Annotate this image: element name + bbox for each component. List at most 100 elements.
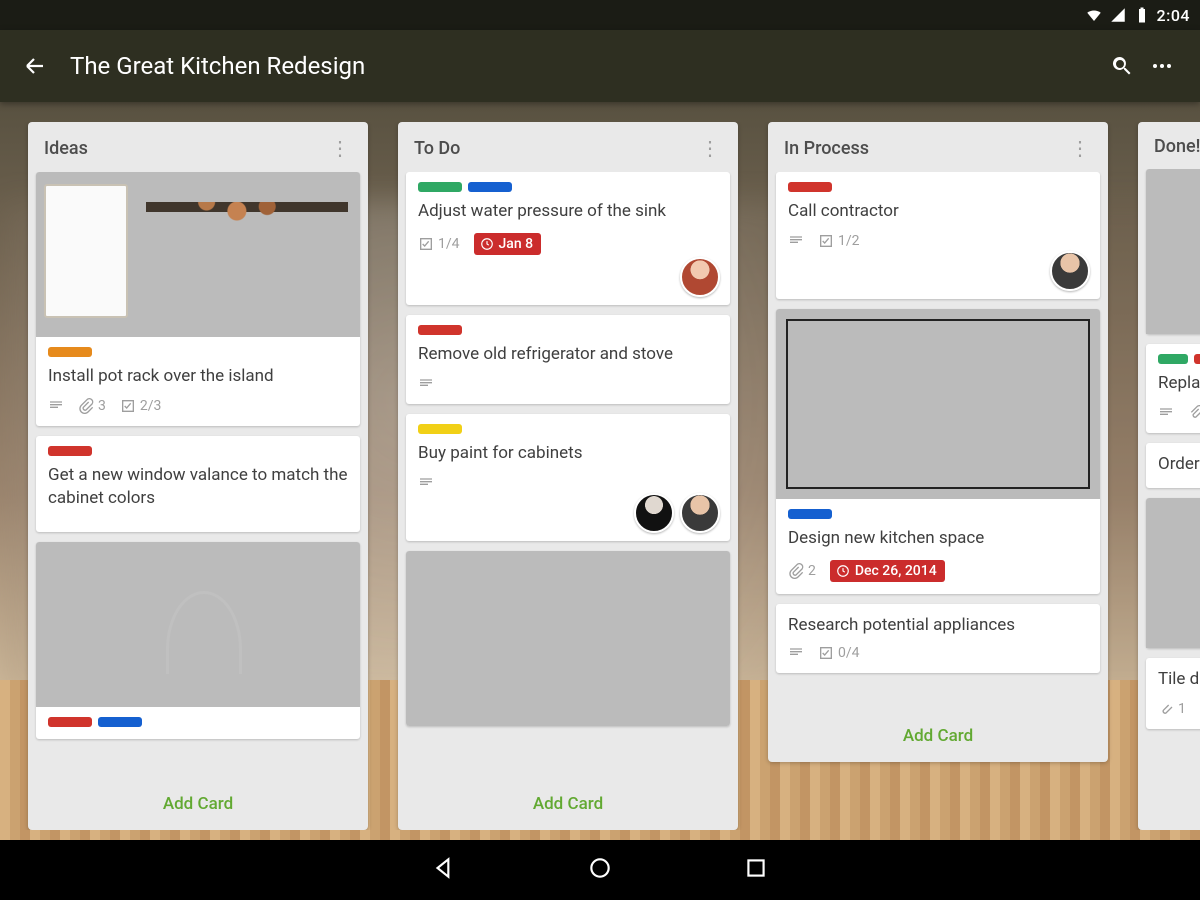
card[interactable]: Replace old ones (1146, 344, 1200, 433)
card-title: Design new kitchen space (788, 527, 1088, 550)
attachments-badge (1188, 405, 1200, 421)
label-blue (788, 509, 832, 519)
attachments-badge: 2 (788, 563, 816, 579)
list-menu-button[interactable]: ⋮ (1068, 136, 1092, 160)
label-green (1158, 354, 1188, 364)
card-badges: 2 Dec 26, 2014 (788, 560, 1088, 582)
card[interactable]: Order glass (1146, 443, 1200, 488)
card-badges (1158, 405, 1200, 421)
card[interactable] (406, 551, 730, 726)
member-avatar[interactable] (634, 493, 674, 533)
attachments-badge: 1 (1158, 701, 1186, 717)
member-avatar[interactable] (680, 257, 720, 297)
status-time: 2:04 (1157, 6, 1191, 25)
card-badges: 1 (1158, 701, 1200, 717)
nav-home-button[interactable] (587, 855, 613, 885)
card[interactable]: Install pot rack over the island 3 2/3 (36, 172, 360, 426)
card[interactable]: Design new kitchen space 2 Dec 26, 2014 (776, 309, 1100, 594)
label-red (48, 446, 92, 456)
label-red (48, 717, 92, 727)
back-button[interactable] (18, 49, 52, 83)
card-title: Tile delivery (1158, 668, 1200, 691)
add-card-button[interactable]: Add Card (398, 780, 738, 830)
status-bar: 2:04 (0, 0, 1200, 30)
card-cover-image (406, 551, 730, 726)
card-title: Research potential appliances (788, 614, 1088, 637)
checklist-badge: 1/4 (418, 236, 460, 252)
battery-icon (1133, 6, 1151, 24)
checklist-badge: 1/2 (818, 233, 860, 249)
description-icon (418, 475, 434, 491)
card-title: Get a new window valance to match the ca… (48, 464, 348, 510)
triangle-back-icon (431, 855, 457, 881)
label-red (788, 182, 832, 192)
card-badges: 1/4 Jan 8 (418, 233, 718, 255)
card-cover-image (776, 309, 1100, 499)
wifi-icon (1085, 6, 1103, 24)
list-in-process: In Process ⋮ Call contractor 1/2 Design … (768, 122, 1108, 762)
card-title: Adjust water pressure of the sink (418, 200, 718, 223)
circle-home-icon (587, 855, 613, 881)
card[interactable]: Research potential appliances 0/4 (776, 604, 1100, 673)
card[interactable]: Adjust water pressure of the sink 1/4 Ja… (406, 172, 730, 305)
card[interactable]: Tile delivery 1 (1146, 658, 1200, 729)
card-title: Replace old ones (1158, 372, 1200, 395)
nav-back-button[interactable] (431, 855, 457, 885)
board-scroll[interactable]: Ideas ⋮ Install pot rack over the island… (0, 122, 1200, 830)
more-horizontal-icon (1150, 54, 1174, 78)
list-todo: To Do ⋮ Adjust water pressure of the sin… (398, 122, 738, 830)
card-title: Buy paint for cabinets (418, 442, 718, 465)
card-badges: 1/2 (788, 233, 1088, 249)
member-avatar[interactable] (1050, 251, 1090, 291)
label-orange (48, 347, 92, 357)
card-title: Order glass (1158, 453, 1200, 476)
label-green (418, 182, 462, 192)
add-card-button[interactable]: Add Card (768, 712, 1108, 762)
card-cover-image (36, 172, 360, 337)
list-name[interactable]: To Do (414, 138, 698, 159)
label-red (418, 325, 462, 335)
card-badges (418, 376, 718, 392)
add-card-button[interactable]: Add Card (28, 780, 368, 830)
attachments-badge: 3 (78, 398, 106, 414)
card[interactable]: Call contractor 1/2 (776, 172, 1100, 299)
back-arrow-icon (23, 54, 47, 78)
card-badges: 3 2/3 (48, 398, 348, 414)
card[interactable] (1146, 498, 1200, 648)
card-cover-image (1146, 169, 1200, 334)
member-avatar[interactable] (680, 493, 720, 533)
card-title: Install pot rack over the island (48, 365, 348, 388)
card[interactable] (36, 542, 360, 739)
board-title: The Great Kitchen Redesign (70, 52, 365, 80)
label-red (1194, 354, 1200, 364)
label-blue (98, 717, 142, 727)
app-bar: The Great Kitchen Redesign (0, 30, 1200, 102)
android-nav-bar (0, 840, 1200, 900)
list-done: Done! Replace old ones Order glass T (1138, 122, 1200, 830)
card[interactable]: Buy paint for cabinets (406, 414, 730, 541)
signal-icon (1109, 6, 1127, 24)
checklist-badge: 2/3 (120, 398, 162, 414)
list-name[interactable]: Done! (1154, 136, 1200, 157)
list-ideas: Ideas ⋮ Install pot rack over the island… (28, 122, 368, 830)
label-yellow (418, 424, 462, 434)
list-name[interactable]: In Process (784, 138, 1068, 159)
checklist-badge: 0/4 (818, 645, 860, 661)
nav-recents-button[interactable] (743, 855, 769, 885)
card-cover-image (1146, 498, 1200, 648)
due-date-badge: Dec 26, 2014 (830, 560, 945, 582)
list-menu-button[interactable]: ⋮ (698, 136, 722, 160)
card-cover-image (36, 542, 360, 707)
card[interactable]: Get a new window valance to match the ca… (36, 436, 360, 532)
search-button[interactable] (1102, 46, 1142, 86)
card[interactable] (1146, 169, 1200, 334)
description-icon (1158, 405, 1174, 421)
card-badges: 0/4 (788, 645, 1088, 661)
card[interactable]: Remove old refrigerator and stove (406, 315, 730, 404)
card-title: Remove old refrigerator and stove (418, 343, 718, 366)
label-blue (468, 182, 512, 192)
list-menu-button[interactable]: ⋮ (328, 136, 352, 160)
due-date-badge: Jan 8 (474, 233, 542, 255)
list-name[interactable]: Ideas (44, 138, 328, 159)
overflow-button[interactable] (1142, 46, 1182, 86)
